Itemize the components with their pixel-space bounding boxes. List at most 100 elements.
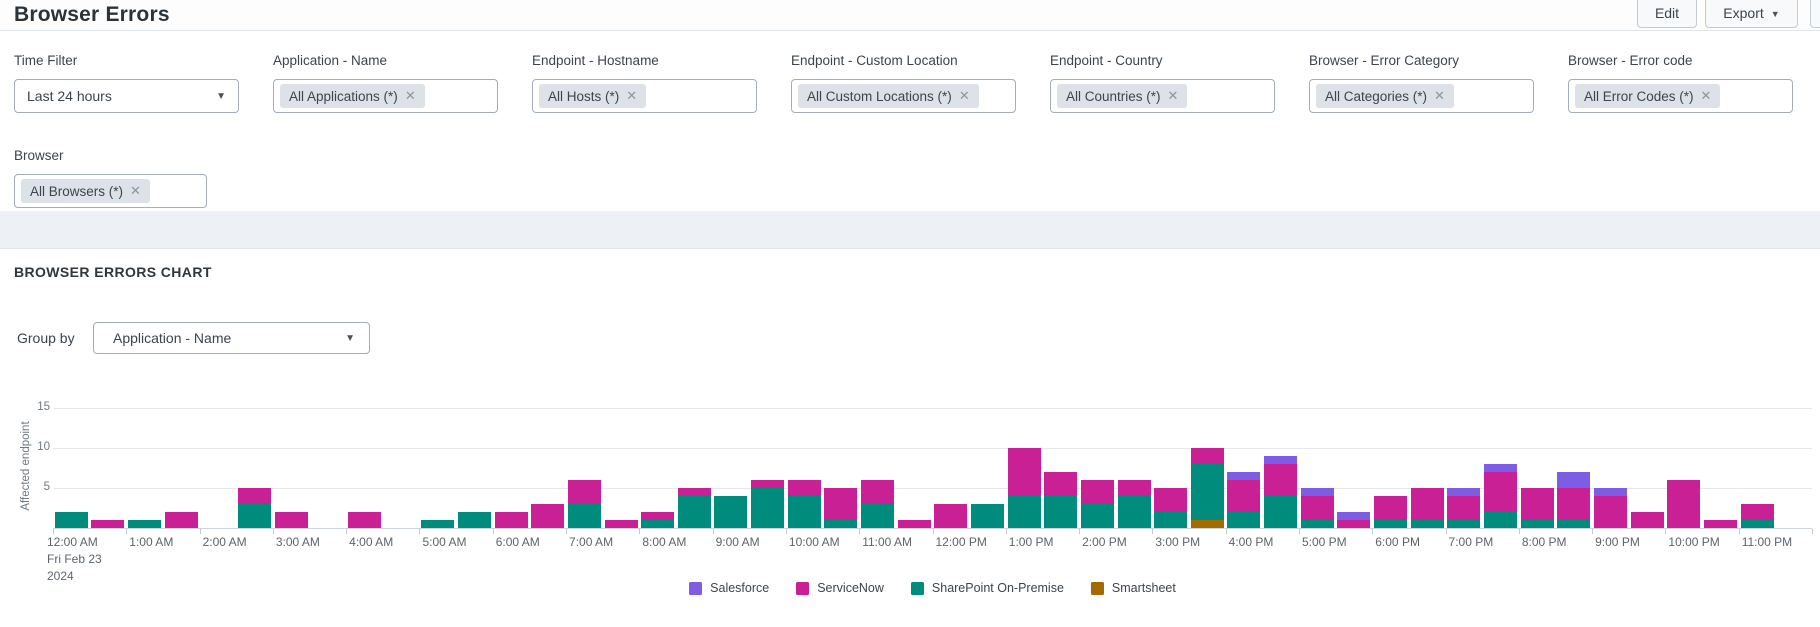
- filter-input-browser-error-category[interactable]: All Categories (*)✕: [1309, 79, 1534, 113]
- bar-segment-servicenow[interactable]: [678, 488, 711, 496]
- bar-segment-servicenow[interactable]: [1557, 488, 1590, 520]
- bar-segment-servicenow[interactable]: [861, 480, 894, 504]
- bar-segment-servicenow[interactable]: [1008, 448, 1041, 496]
- bar-segment-servicenow[interactable]: [1301, 496, 1334, 520]
- bar-segment-salesforce[interactable]: [1594, 488, 1627, 496]
- bar-segment-sharepoint-on-premise[interactable]: [1521, 520, 1554, 528]
- bar-segment-sharepoint-on-premise[interactable]: [824, 520, 857, 528]
- bar-segment-sharepoint-on-premise[interactable]: [1118, 496, 1151, 528]
- bar-segment-sharepoint-on-premise[interactable]: [1191, 464, 1224, 520]
- bar-segment-sharepoint-on-premise[interactable]: [421, 520, 454, 528]
- bar-segment-servicenow[interactable]: [165, 512, 198, 528]
- bar-segment-sharepoint-on-premise[interactable]: [861, 504, 894, 528]
- bar-segment-sharepoint-on-premise[interactable]: [1741, 520, 1774, 528]
- filter-input-endpoint-country[interactable]: All Countries (*)✕: [1050, 79, 1275, 113]
- bar-segment-sharepoint-on-premise[interactable]: [714, 496, 747, 528]
- bar-segment-sharepoint-on-premise[interactable]: [1557, 520, 1590, 528]
- bar-segment-servicenow[interactable]: [1704, 520, 1737, 528]
- bar-segment-smartsheet[interactable]: [1191, 520, 1224, 528]
- bar-segment-servicenow[interactable]: [1118, 480, 1151, 496]
- bar-segment-servicenow[interactable]: [91, 520, 124, 528]
- bar-segment-sharepoint-on-premise[interactable]: [1154, 512, 1187, 528]
- bar-segment-sharepoint-on-premise[interactable]: [1081, 504, 1114, 528]
- bar-segment-servicenow[interactable]: [1741, 504, 1774, 520]
- bar-segment-salesforce[interactable]: [1301, 488, 1334, 496]
- bar-segment-servicenow[interactable]: [1374, 496, 1407, 520]
- bar-segment-sharepoint-on-premise[interactable]: [1227, 512, 1260, 528]
- bar-segment-salesforce[interactable]: [1557, 472, 1590, 488]
- bar-segment-servicenow[interactable]: [824, 488, 857, 520]
- bar-segment-sharepoint-on-premise[interactable]: [641, 520, 674, 528]
- bar-segment-servicenow[interactable]: [898, 520, 931, 528]
- bar-segment-servicenow[interactable]: [1484, 472, 1517, 512]
- chip-remove-icon[interactable]: ✕: [130, 183, 141, 199]
- bar-segment-sharepoint-on-premise[interactable]: [1484, 512, 1517, 528]
- chip-remove-icon[interactable]: ✕: [626, 88, 637, 104]
- bar-segment-sharepoint-on-premise[interactable]: [678, 496, 711, 528]
- cut-off-button[interactable]: [1810, 0, 1820, 28]
- bar-segment-servicenow[interactable]: [1411, 488, 1444, 520]
- bar-segment-sharepoint-on-premise[interactable]: [1301, 520, 1334, 528]
- bar-segment-servicenow[interactable]: [1264, 464, 1297, 496]
- chip-remove-icon[interactable]: ✕: [405, 88, 416, 104]
- bar-segment-servicenow[interactable]: [531, 504, 564, 528]
- chip-remove-icon[interactable]: ✕: [959, 88, 970, 104]
- bar-segment-sharepoint-on-premise[interactable]: [1447, 520, 1480, 528]
- bar-segment-servicenow[interactable]: [1594, 496, 1627, 528]
- bar-segment-sharepoint-on-premise[interactable]: [788, 496, 821, 528]
- legend-item-salesforce[interactable]: Salesforce: [689, 581, 769, 595]
- bar-segment-servicenow[interactable]: [1154, 488, 1187, 512]
- bar-segment-servicenow[interactable]: [348, 512, 381, 528]
- bar-segment-salesforce[interactable]: [1447, 488, 1480, 496]
- bar-segment-servicenow[interactable]: [238, 488, 271, 504]
- bar-segment-servicenow[interactable]: [1081, 480, 1114, 504]
- edit-button[interactable]: Edit: [1637, 0, 1697, 28]
- bar-segment-sharepoint-on-premise[interactable]: [1044, 496, 1077, 528]
- bar-segment-servicenow[interactable]: [1191, 448, 1224, 464]
- chip-remove-icon[interactable]: ✕: [1434, 88, 1445, 104]
- bar-segment-servicenow[interactable]: [1044, 472, 1077, 496]
- bar-segment-servicenow[interactable]: [1447, 496, 1480, 520]
- bar-segment-salesforce[interactable]: [1337, 512, 1370, 520]
- bar-segment-servicenow[interactable]: [934, 504, 967, 528]
- bar-segment-servicenow[interactable]: [1337, 520, 1370, 528]
- bar-segment-sharepoint-on-premise[interactable]: [458, 512, 491, 528]
- bar-segment-sharepoint-on-premise[interactable]: [128, 520, 161, 528]
- bar-segment-sharepoint-on-premise[interactable]: [971, 504, 1004, 528]
- bar-segment-servicenow[interactable]: [1631, 512, 1664, 528]
- group-by-select[interactable]: Application - Name ▼: [93, 322, 370, 354]
- bar-segment-sharepoint-on-premise[interactable]: [1264, 496, 1297, 528]
- filter-input-endpoint-custom-location[interactable]: All Custom Locations (*)✕: [791, 79, 1016, 113]
- legend-item-sharepoint-on-premise[interactable]: SharePoint On-Premise: [911, 581, 1064, 595]
- filter-input-endpoint-hostname[interactable]: All Hosts (*)✕: [532, 79, 757, 113]
- legend-item-smartsheet[interactable]: Smartsheet: [1091, 581, 1176, 595]
- filter-input-browser[interactable]: All Browsers (*)✕: [14, 174, 207, 208]
- bar-segment-sharepoint-on-premise[interactable]: [751, 488, 784, 528]
- bar-segment-salesforce[interactable]: [1484, 464, 1517, 472]
- bar-segment-sharepoint-on-premise[interactable]: [55, 512, 88, 528]
- time-filter-select[interactable]: Last 24 hours▼: [14, 79, 239, 113]
- bar-segment-sharepoint-on-premise[interactable]: [1008, 496, 1041, 528]
- legend-item-servicenow[interactable]: ServiceNow: [796, 581, 884, 595]
- bar-segment-sharepoint-on-premise[interactable]: [568, 504, 601, 528]
- bar-segment-sharepoint-on-premise[interactable]: [1411, 520, 1444, 528]
- bar-segment-servicenow[interactable]: [788, 480, 821, 496]
- bar-segment-servicenow[interactable]: [1227, 480, 1260, 512]
- filter-input-browser-error-code[interactable]: All Error Codes (*)✕: [1568, 79, 1793, 113]
- bar-segment-servicenow[interactable]: [275, 512, 308, 528]
- bar-segment-salesforce[interactable]: [1227, 472, 1260, 480]
- bar-segment-servicenow[interactable]: [751, 480, 784, 488]
- filter-input-application-name[interactable]: All Applications (*)✕: [273, 79, 498, 113]
- bar-segment-sharepoint-on-premise[interactable]: [1374, 520, 1407, 528]
- chip-remove-icon[interactable]: ✕: [1168, 88, 1179, 104]
- chip-remove-icon[interactable]: ✕: [1701, 88, 1712, 104]
- bar-segment-servicenow[interactable]: [1521, 488, 1554, 520]
- export-button[interactable]: Export ▼: [1705, 0, 1798, 28]
- bar-segment-sharepoint-on-premise[interactable]: [238, 504, 271, 528]
- bar-segment-servicenow[interactable]: [568, 480, 601, 504]
- bar-segment-servicenow[interactable]: [1667, 480, 1700, 528]
- bar-segment-salesforce[interactable]: [1264, 456, 1297, 464]
- bar-segment-servicenow[interactable]: [641, 512, 674, 520]
- bar-segment-servicenow[interactable]: [495, 512, 528, 528]
- bar-segment-servicenow[interactable]: [605, 520, 638, 528]
